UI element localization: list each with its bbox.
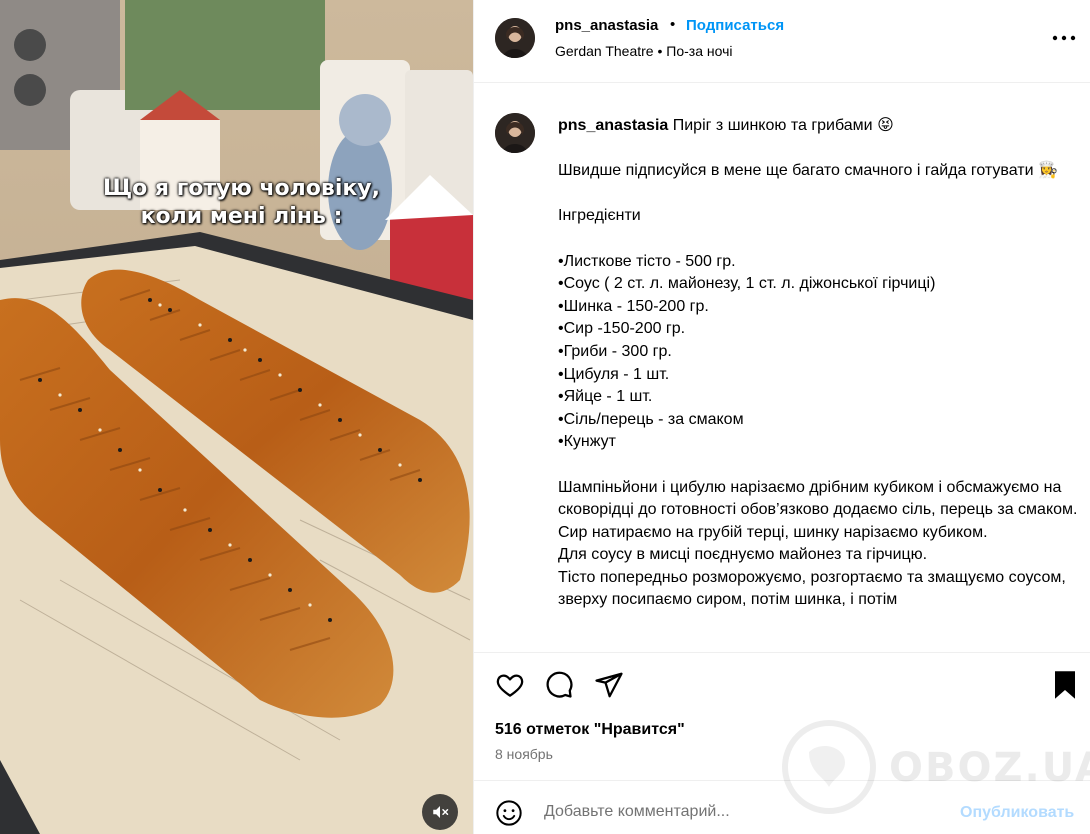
follow-button[interactable]: Подписаться xyxy=(686,17,784,34)
caption-body: Швидше підписуйся в мене ще багато смачн… xyxy=(558,162,1078,609)
caption-title: Пиріг з шинкою та грибами 😝 xyxy=(672,117,894,134)
paper-plane-icon xyxy=(595,672,623,698)
username-link[interactable]: pns_anastasia xyxy=(555,17,658,34)
profile-photo xyxy=(495,113,535,153)
video-overlay-text-line1: Що я готую чоловіку, xyxy=(102,176,380,201)
post-panel: pns_anastasia • Подписаться Gerdan Theat… xyxy=(473,0,1090,834)
smiley-icon xyxy=(496,800,522,826)
avatar[interactable] xyxy=(495,18,535,58)
post-comment-button[interactable]: Опубликовать xyxy=(960,804,1074,822)
more-options-button[interactable] xyxy=(1049,28,1079,48)
comment-input[interactable] xyxy=(544,803,944,821)
comment-bubble-icon xyxy=(546,671,573,698)
audio-track-link[interactable]: Gerdan Theatre • По-за ночі xyxy=(555,43,732,59)
emoji-button[interactable] xyxy=(495,799,523,832)
heart-icon xyxy=(496,674,524,697)
mute-button[interactable] xyxy=(422,794,458,830)
post-header: pns_anastasia • Подписаться Gerdan Theat… xyxy=(474,0,1090,83)
video-overlay-text-line2: коли мені лінь : xyxy=(140,204,343,229)
post-media[interactable]: Що я готую чоловіку, коли мені лінь : xyxy=(0,0,473,834)
more-horizontal-icon xyxy=(1052,35,1076,41)
profile-photo xyxy=(495,18,535,58)
separator-dot: • xyxy=(670,16,676,33)
speaker-muted-icon xyxy=(433,806,449,818)
caption-avatar[interactable] xyxy=(495,113,535,153)
post-actions: 516 отметок "Нравится" 8 ноябрь xyxy=(474,652,1090,780)
caption-username[interactable]: pns_anastasia xyxy=(558,117,668,134)
bookmark-filled-icon xyxy=(1055,671,1075,699)
save-button[interactable] xyxy=(1052,670,1078,705)
post-date[interactable]: 8 ноябрь xyxy=(495,746,553,762)
caption-text: pns_anastasia Пиріг з шинкою та грибами … xyxy=(558,115,1078,612)
comment-bar: Опубликовать xyxy=(474,780,1090,834)
like-button[interactable] xyxy=(495,670,525,705)
comment-button[interactable] xyxy=(544,670,574,705)
caption-section: pns_anastasia Пиріг з шинкою та грибами … xyxy=(474,84,1090,652)
share-button[interactable] xyxy=(594,670,624,705)
like-count[interactable]: 516 отметок "Нравится" xyxy=(495,721,685,739)
pastry-photo xyxy=(0,0,473,834)
